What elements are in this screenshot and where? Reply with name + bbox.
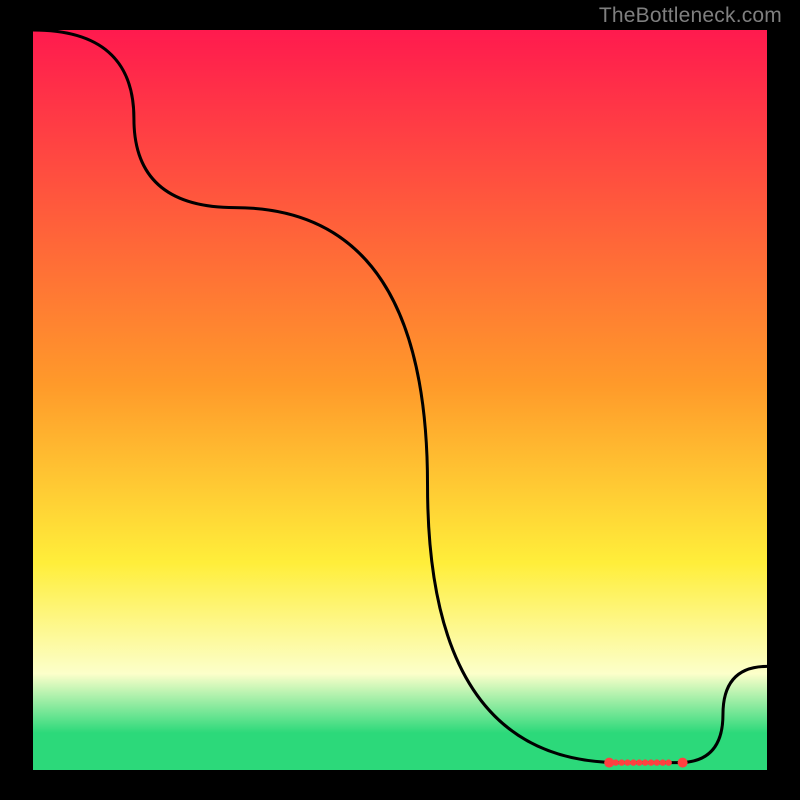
data-marker — [642, 759, 648, 765]
data-marker — [618, 759, 624, 765]
chart-svg — [0, 0, 800, 800]
data-marker — [613, 759, 619, 765]
attribution-label: TheBottleneck.com — [599, 4, 782, 28]
plot-area — [33, 30, 767, 770]
data-marker — [630, 759, 636, 765]
data-marker — [624, 759, 630, 765]
data-marker — [654, 759, 660, 765]
data-marker — [660, 759, 666, 765]
data-marker — [636, 759, 642, 765]
data-marker — [678, 758, 688, 768]
data-marker — [648, 759, 654, 765]
chart-frame: TheBottleneck.com — [0, 0, 800, 800]
data-marker — [665, 759, 671, 765]
